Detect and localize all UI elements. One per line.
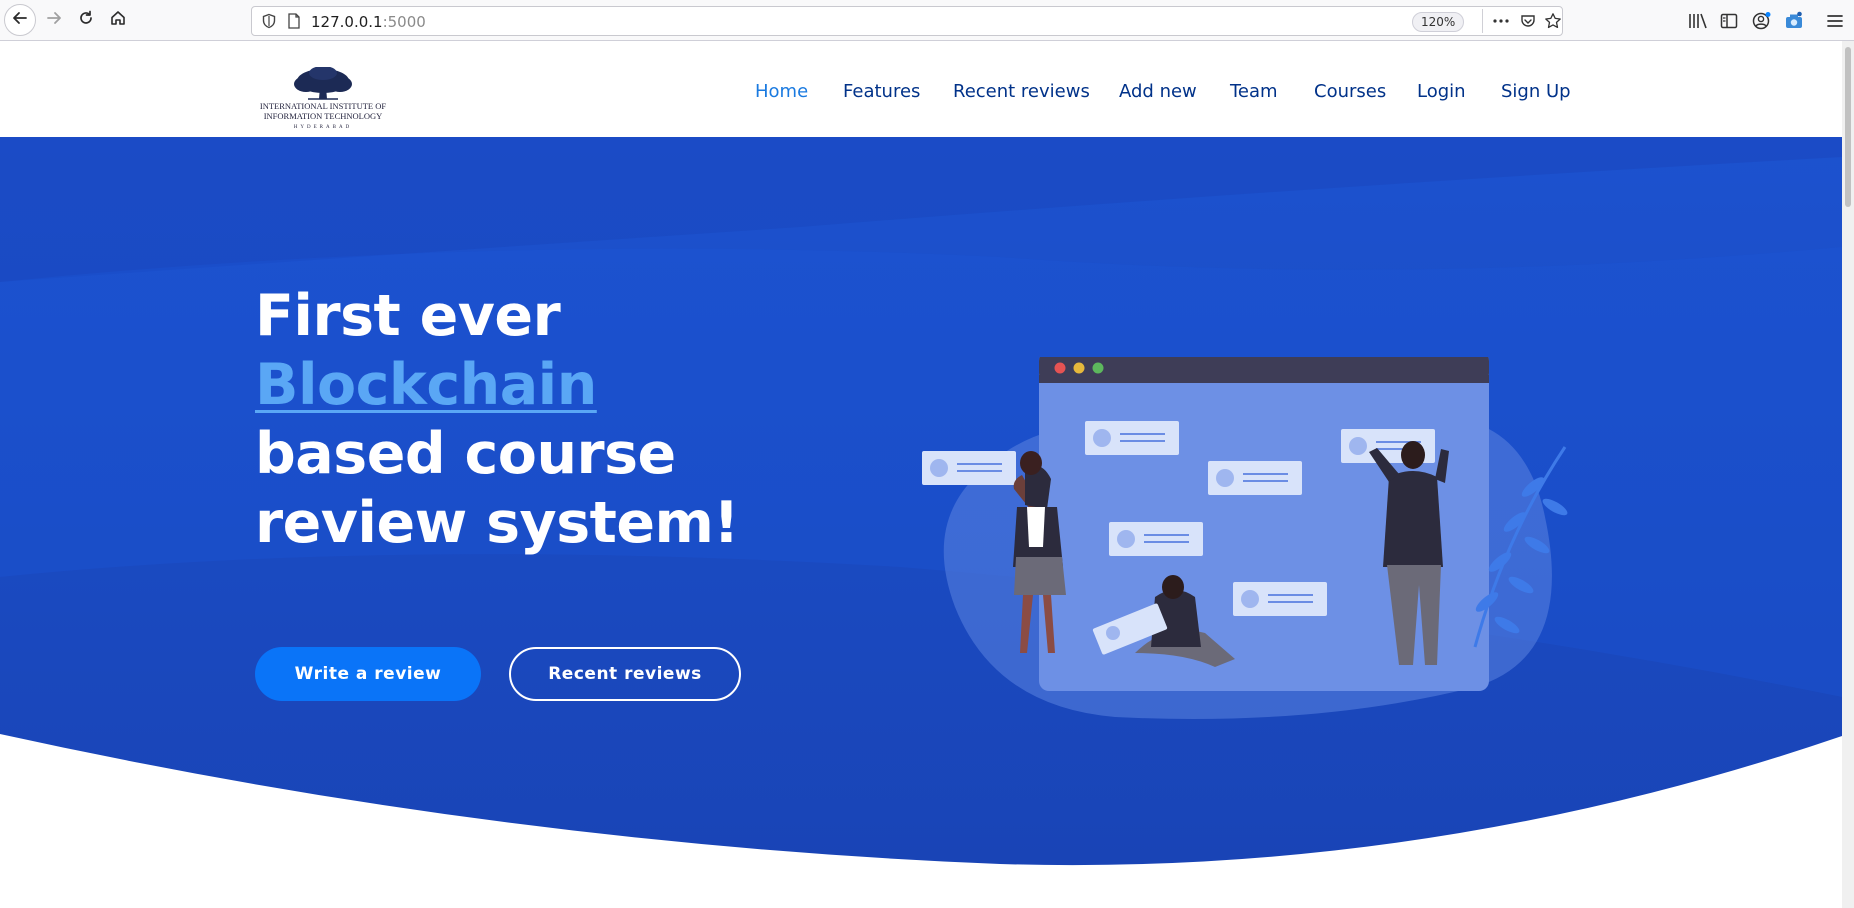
- review-board-illustration: [922, 357, 1568, 719]
- nav-recent-reviews[interactable]: Recent reviews: [953, 81, 1090, 102]
- logo-line-2: INFORMATION TECHNOLOGY: [263, 111, 383, 121]
- nav-home[interactable]: Home: [755, 81, 808, 102]
- logo-line-3: HYDERABAD: [293, 125, 353, 130]
- screenshot-extension-icon[interactable]: [1784, 11, 1804, 31]
- arrow-right-icon: [45, 9, 63, 32]
- back-button[interactable]: [4, 4, 36, 36]
- site-header: INTERNATIONAL INSTITUTE OF INFORMATION T…: [0, 41, 1842, 137]
- nav-sign-up[interactable]: Sign Up: [1501, 81, 1571, 102]
- hero-title-line-3: based course review system!: [255, 421, 739, 556]
- browser-toolbar: 127.0.0.1:5000 120%: [0, 0, 1854, 41]
- hamburger-menu-icon[interactable]: [1826, 12, 1844, 30]
- scrollbar-thumb[interactable]: [1845, 47, 1851, 207]
- nav-add-new[interactable]: Add new: [1119, 81, 1197, 102]
- nav-courses[interactable]: Courses: [1314, 81, 1386, 102]
- forward-button[interactable]: [38, 4, 70, 36]
- reload-button[interactable]: [70, 4, 102, 36]
- zoom-indicator[interactable]: 120%: [1412, 12, 1465, 32]
- home-icon: [109, 9, 127, 32]
- address-bar[interactable]: 127.0.0.1:5000 120%: [251, 6, 1563, 36]
- write-review-button[interactable]: Write a review: [255, 647, 481, 701]
- page-content: INTERNATIONAL INSTITUTE OF INFORMATION T…: [0, 41, 1842, 908]
- library-icon[interactable]: [1688, 12, 1708, 30]
- main-nav: Home Features Recent reviews Add new Tea…: [0, 81, 1842, 105]
- sidebar-icon[interactable]: [1720, 12, 1738, 30]
- nav-features[interactable]: Features: [843, 81, 920, 102]
- page-icon[interactable]: [287, 13, 301, 29]
- shield-icon[interactable]: [261, 13, 277, 29]
- home-button[interactable]: [102, 4, 134, 36]
- url-text[interactable]: 127.0.0.1:5000: [311, 13, 426, 31]
- pocket-icon[interactable]: [1520, 13, 1536, 29]
- account-icon[interactable]: [1752, 11, 1772, 31]
- url-separator: [1482, 9, 1483, 33]
- page-scrollbar[interactable]: [1842, 41, 1854, 908]
- nav-login[interactable]: Login: [1417, 81, 1466, 102]
- url-port: :5000: [382, 13, 426, 31]
- hero-title: First ever Blockchain based course revie…: [255, 282, 895, 558]
- recent-reviews-button[interactable]: Recent reviews: [509, 647, 741, 701]
- nav-team[interactable]: Team: [1230, 81, 1278, 102]
- hero-title-highlight[interactable]: Blockchain: [255, 352, 597, 418]
- arrow-left-icon: [11, 9, 29, 32]
- more-actions-icon[interactable]: [1492, 13, 1510, 29]
- reload-icon: [77, 9, 95, 32]
- url-host: 127.0.0.1: [311, 13, 383, 31]
- bookmark-star-icon[interactable]: [1544, 12, 1562, 30]
- hero-title-line-1: First ever: [255, 283, 561, 349]
- hero-section: First ever Blockchain based course revie…: [0, 137, 1842, 908]
